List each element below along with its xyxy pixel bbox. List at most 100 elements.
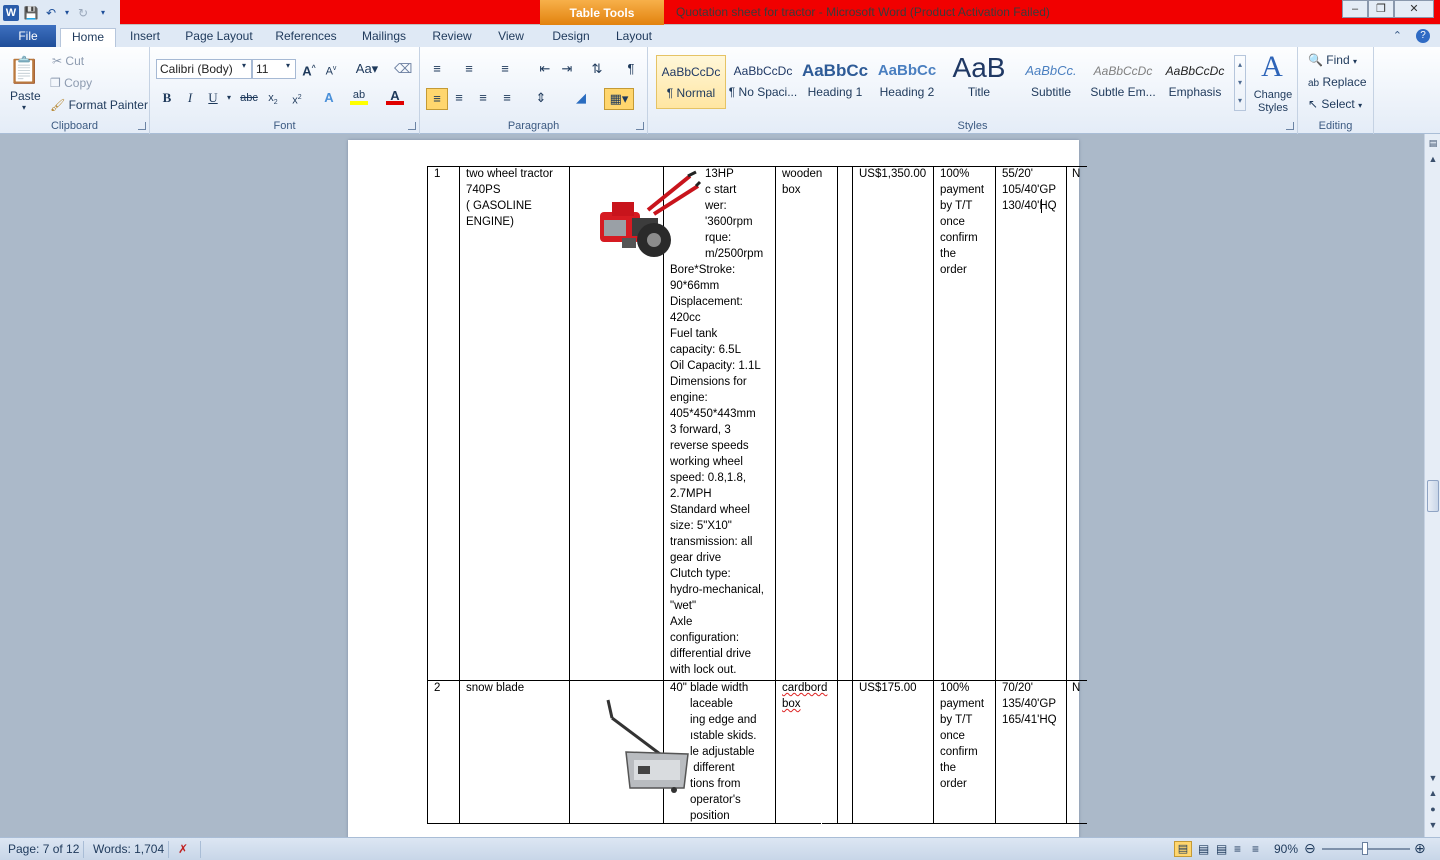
- sort-icon[interactable]: ⇅: [588, 60, 606, 78]
- styles-launcher-icon[interactable]: [1286, 122, 1294, 130]
- select-button[interactable]: Select: [1321, 97, 1354, 111]
- style-heading-2[interactable]: AaBbCc Heading 2: [872, 55, 942, 109]
- next-page-icon[interactable]: ▼: [1425, 818, 1440, 832]
- align-left-icon[interactable]: ≡: [426, 88, 448, 110]
- full-screen-reading-icon[interactable]: ▤: [1198, 842, 1209, 856]
- row1-packing[interactable]: wooden box: [782, 166, 822, 198]
- style-emphasis[interactable]: AaBbCcDc Emphasis: [1160, 55, 1230, 109]
- style-heading-1[interactable]: AaBbCc Heading 1: [800, 55, 870, 109]
- row1-name[interactable]: two wheel tractor 740PS ( GASOLINE ENGIN…: [466, 166, 566, 230]
- line-spacing-icon[interactable]: ⇕: [532, 89, 550, 107]
- change-styles-icon[interactable]: A: [1254, 51, 1290, 83]
- shading-icon[interactable]: ◢: [572, 89, 590, 107]
- row1-loading[interactable]: 55/20' 105/40'GP 130/40'HQ: [1002, 166, 1057, 214]
- tab-file[interactable]: File: [0, 25, 56, 47]
- tractor-image[interactable]: [592, 170, 702, 262]
- show-marks-icon[interactable]: ¶: [622, 60, 640, 78]
- tab-mailings[interactable]: Mailings: [354, 28, 414, 47]
- find-button[interactable]: Find: [1326, 53, 1349, 67]
- row1-extra[interactable]: N: [1072, 166, 1080, 182]
- paste-dropdown-icon[interactable]: ▾: [22, 103, 26, 112]
- page-count[interactable]: Page: 7 of 12: [8, 842, 79, 856]
- draft-icon[interactable]: ≡: [1252, 842, 1259, 856]
- tab-page-layout[interactable]: Page Layout: [180, 28, 258, 47]
- style-no-spacing[interactable]: AaBbCcDc ¶ No Spaci...: [728, 55, 798, 109]
- row2-spec-top[interactable]: 40" blade width: [670, 680, 774, 696]
- decrease-indent-icon[interactable]: ⇤: [536, 60, 554, 78]
- previous-page-icon[interactable]: ▲: [1425, 786, 1440, 800]
- row1-spec-bottom[interactable]: Bore*Stroke: 90*66mm Displacement: 420cc…: [670, 262, 774, 678]
- tab-view[interactable]: View: [490, 28, 532, 47]
- tab-design[interactable]: Design: [544, 28, 598, 47]
- underline-dropdown-icon[interactable]: ▾: [220, 89, 238, 107]
- bullets-icon[interactable]: ≡: [428, 60, 446, 78]
- styles-scroll-icon[interactable]: ▴ ▾ ▾: [1234, 55, 1246, 111]
- grow-font-icon[interactable]: A^: [300, 60, 318, 78]
- undo-icon[interactable]: ↶: [43, 5, 59, 21]
- justify-icon[interactable]: ≡: [498, 89, 516, 107]
- web-layout-icon[interactable]: ▤: [1216, 842, 1227, 856]
- font-name-dropdown-icon[interactable]: ▾: [242, 61, 246, 70]
- style-subtle-emphasis[interactable]: AaBbCcDc Subtle Em...: [1088, 55, 1158, 109]
- help-icon[interactable]: ?: [1416, 29, 1430, 43]
- redo-icon[interactable]: ↻: [75, 5, 91, 21]
- increase-indent-icon[interactable]: ⇥: [558, 60, 576, 78]
- copy-button[interactable]: Copy: [64, 76, 92, 90]
- clipboard-launcher-icon[interactable]: [138, 122, 146, 130]
- style-subtitle[interactable]: AaBbCc. Subtitle: [1016, 55, 1086, 109]
- ruler-toggle-icon[interactable]: ▤: [1425, 136, 1440, 150]
- tab-references[interactable]: References: [270, 28, 342, 47]
- format-painter-button[interactable]: Format Painter: [69, 98, 148, 112]
- scroll-thumb[interactable]: [1427, 480, 1439, 512]
- document-area[interactable]: 1 two wheel tractor 740PS ( GASOLINE ENG…: [0, 134, 1424, 837]
- close-button[interactable]: ✕: [1394, 0, 1434, 18]
- scroll-up-icon[interactable]: ▲: [1425, 152, 1440, 166]
- select-dropdown-icon[interactable]: ▾: [1358, 101, 1362, 110]
- font-name-box[interactable]: Calibri (Body): [156, 59, 252, 79]
- row2-name[interactable]: snow blade: [466, 680, 566, 696]
- minimize-button[interactable]: –: [1342, 0, 1368, 18]
- select-browse-object-icon[interactable]: ●: [1425, 802, 1440, 816]
- paste-button[interactable]: Paste: [10, 89, 41, 103]
- snow-blade-image[interactable]: [604, 696, 694, 800]
- shrink-font-icon[interactable]: Av: [322, 60, 340, 78]
- row2-payment[interactable]: 100% payment by T/T once confirm the ord…: [940, 680, 984, 792]
- align-right-icon[interactable]: ≡: [474, 89, 492, 107]
- row2-price[interactable]: US$175.00: [859, 680, 917, 696]
- italic-icon[interactable]: I: [181, 89, 199, 107]
- row2-loading[interactable]: 70/20' 135/40'GP 165/41'HQ: [1002, 680, 1057, 728]
- font-size-dropdown-icon[interactable]: ▾: [286, 61, 290, 70]
- find-dropdown-icon[interactable]: ▾: [1353, 57, 1357, 66]
- row1-price[interactable]: US$1,350.00: [859, 166, 926, 182]
- save-icon[interactable]: 💾: [23, 5, 39, 21]
- zoom-slider-thumb[interactable]: [1362, 842, 1368, 855]
- paragraph-launcher-icon[interactable]: [636, 122, 644, 130]
- row2-packing[interactable]: cardbord box: [782, 680, 827, 712]
- row1-no[interactable]: 1: [434, 166, 440, 182]
- change-styles-button[interactable]: Change Styles: [1252, 89, 1294, 115]
- tab-review[interactable]: Review: [426, 28, 478, 47]
- font-color-icon[interactable]: A: [386, 89, 404, 105]
- row2-extra[interactable]: N: [1072, 680, 1080, 696]
- style-title[interactable]: AaB Title: [944, 55, 1014, 109]
- row1-spec-top[interactable]: 13HP c start wer: '3600rpm rque: m/2500r…: [705, 166, 763, 262]
- vertical-scrollbar[interactable]: ▤ ▲ ▼ ▲ ● ▼: [1424, 134, 1440, 837]
- undo-dropdown-icon[interactable]: ▾: [63, 5, 71, 21]
- tab-home[interactable]: Home: [60, 28, 116, 47]
- customize-toolbar-icon[interactable]: ▾: [95, 5, 111, 21]
- row1-payment[interactable]: 100% payment by T/T once confirm the ord…: [940, 166, 984, 278]
- change-case-icon[interactable]: Aa▾: [354, 60, 380, 78]
- style-normal[interactable]: AaBbCcDc ¶ Normal: [656, 55, 726, 109]
- replace-button[interactable]: Replace: [1322, 75, 1366, 89]
- row2-no[interactable]: 2: [434, 680, 440, 696]
- zoom-level[interactable]: 90%: [1274, 842, 1298, 856]
- clear-formatting-icon[interactable]: ⌫: [394, 60, 412, 78]
- word-app-icon[interactable]: W: [3, 4, 19, 21]
- zoom-out-icon[interactable]: ⊖: [1304, 840, 1316, 857]
- row2-spec-bottom[interactable]: laceable ing edge and ıstable skids. le …: [690, 696, 774, 824]
- word-count[interactable]: Words: 1,704: [93, 842, 164, 856]
- outline-icon[interactable]: ≡: [1234, 842, 1241, 856]
- multilevel-list-icon[interactable]: ≡: [496, 60, 514, 78]
- tab-layout[interactable]: Layout: [610, 28, 658, 47]
- proofing-icon[interactable]: ✗: [178, 842, 188, 856]
